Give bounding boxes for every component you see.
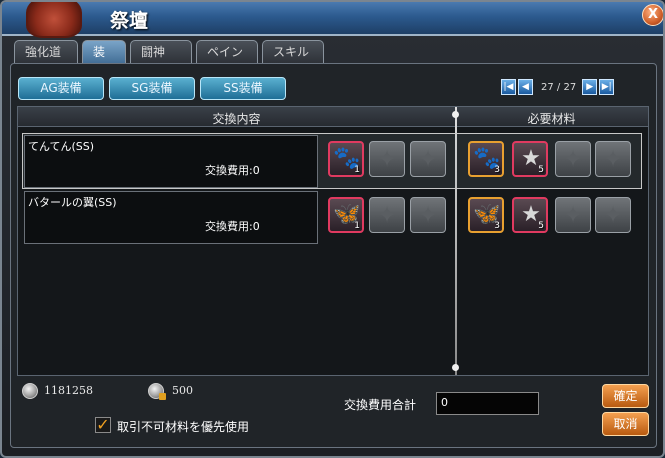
- table-row[interactable]: バタールの翼(SS) 交換費用:0: [24, 191, 318, 244]
- exchange-cost: 交換費用:0: [205, 220, 260, 233]
- tab-equipment[interactable]: 装備: [82, 40, 126, 81]
- tab-pain[interactable]: ペイン: [196, 40, 258, 63]
- material-quantity: 5: [538, 221, 544, 231]
- item-name: バタールの翼(SS): [28, 196, 117, 209]
- material-quantity: 3: [494, 165, 500, 175]
- silver-coin-icon: [22, 383, 38, 399]
- empty-slot: ✦: [410, 197, 446, 233]
- page-indicator: 27 / 27: [541, 81, 577, 93]
- empty-slot: ✦: [555, 197, 591, 233]
- header-required-materials: 必要材料: [527, 112, 576, 126]
- ag-equipment-button[interactable]: AG装備: [18, 77, 104, 100]
- tab-battle-god[interactable]: 闘神: [130, 40, 192, 63]
- character-portrait-icon: [26, 2, 82, 38]
- prefer-untradable-checkbox[interactable]: ✓: [95, 417, 111, 433]
- star-icon: ✦: [562, 145, 584, 173]
- empty-slot: ✦: [410, 141, 446, 177]
- empty-slot: ✦: [595, 197, 631, 233]
- exchange-cost: 交換費用:0: [205, 164, 260, 177]
- star-icon: ✦: [417, 201, 439, 229]
- divider-knob-bottom: [452, 364, 459, 371]
- total-cost-label: 交換費用合計: [344, 398, 417, 412]
- table-header: 交換内容 必要材料: [18, 107, 648, 127]
- table-row[interactable]: てんてん(SS) 交換費用:0: [24, 135, 318, 188]
- first-page-button[interactable]: |◀: [501, 79, 516, 95]
- star-icon: ✦: [562, 201, 584, 229]
- star-icon: ✦: [602, 201, 624, 229]
- header-exchange-content: 交換内容: [212, 112, 261, 126]
- prefer-untradable-label: 取引不可材料を優先使用: [117, 420, 250, 434]
- star-icon: ✦: [376, 145, 398, 173]
- star-icon: ✦: [376, 201, 398, 229]
- reward-slot[interactable]: 🐾 1: [328, 141, 364, 177]
- cancel-button[interactable]: 取消: [602, 412, 649, 436]
- tab-bar: 強化道具 装備 闘神 ペイン スキル: [14, 40, 328, 81]
- material-slot[interactable]: 🐾 3: [468, 141, 504, 177]
- reward-slot[interactable]: 🦋 1: [328, 197, 364, 233]
- empty-slot: ✦: [369, 141, 405, 177]
- next-page-button[interactable]: ▶: [582, 79, 598, 95]
- tab-skill[interactable]: スキル: [262, 40, 324, 63]
- empty-slot: ✦: [369, 197, 405, 233]
- exchange-table: 交換内容 必要材料 てんてん(SS) 交換費用:0 🐾 1 ✦ ✦ 🐾 3 ★ …: [17, 106, 649, 376]
- title-bar[interactable]: 祭壇 X: [2, 2, 663, 38]
- material-quantity: 3: [494, 221, 500, 231]
- material-slot[interactable]: ★ 5: [512, 197, 548, 233]
- item-name: てんてん(SS): [28, 140, 94, 153]
- tab-enhance-items[interactable]: 強化道具: [14, 40, 78, 81]
- material-slot[interactable]: 🦋 3: [468, 197, 504, 233]
- material-slot[interactable]: ★ 5: [512, 141, 548, 177]
- locked-coin-balance: 500: [172, 384, 193, 397]
- divider-knob-top: [452, 111, 459, 118]
- prev-page-button[interactable]: ◀: [518, 79, 533, 95]
- pager: |◀ ◀ 27 / 27 ▶ ▶|: [501, 78, 616, 96]
- locked-coin-icon: [148, 383, 166, 400]
- close-button[interactable]: X: [642, 4, 663, 26]
- empty-slot: ✦: [595, 141, 631, 177]
- material-quantity: 5: [538, 165, 544, 175]
- coin-balance: 1181258: [44, 384, 93, 397]
- star-icon: ✦: [602, 145, 624, 173]
- window-title: 祭壇: [110, 10, 149, 32]
- star-icon: ✦: [417, 145, 439, 173]
- sg-equipment-button[interactable]: SG装備: [109, 77, 195, 100]
- confirm-button[interactable]: 確定: [602, 384, 649, 408]
- last-page-button[interactable]: ▶|: [599, 79, 615, 95]
- ss-equipment-button[interactable]: SS装備: [200, 77, 286, 100]
- reward-quantity: 1: [354, 165, 360, 175]
- altar-window: 祭壇 X 強化道具 装備 闘神 ペイン スキル AG装備 SG装備 SS装備 |…: [0, 0, 665, 458]
- total-cost-field: 0: [436, 392, 539, 415]
- empty-slot: ✦: [555, 141, 591, 177]
- reward-quantity: 1: [354, 221, 360, 231]
